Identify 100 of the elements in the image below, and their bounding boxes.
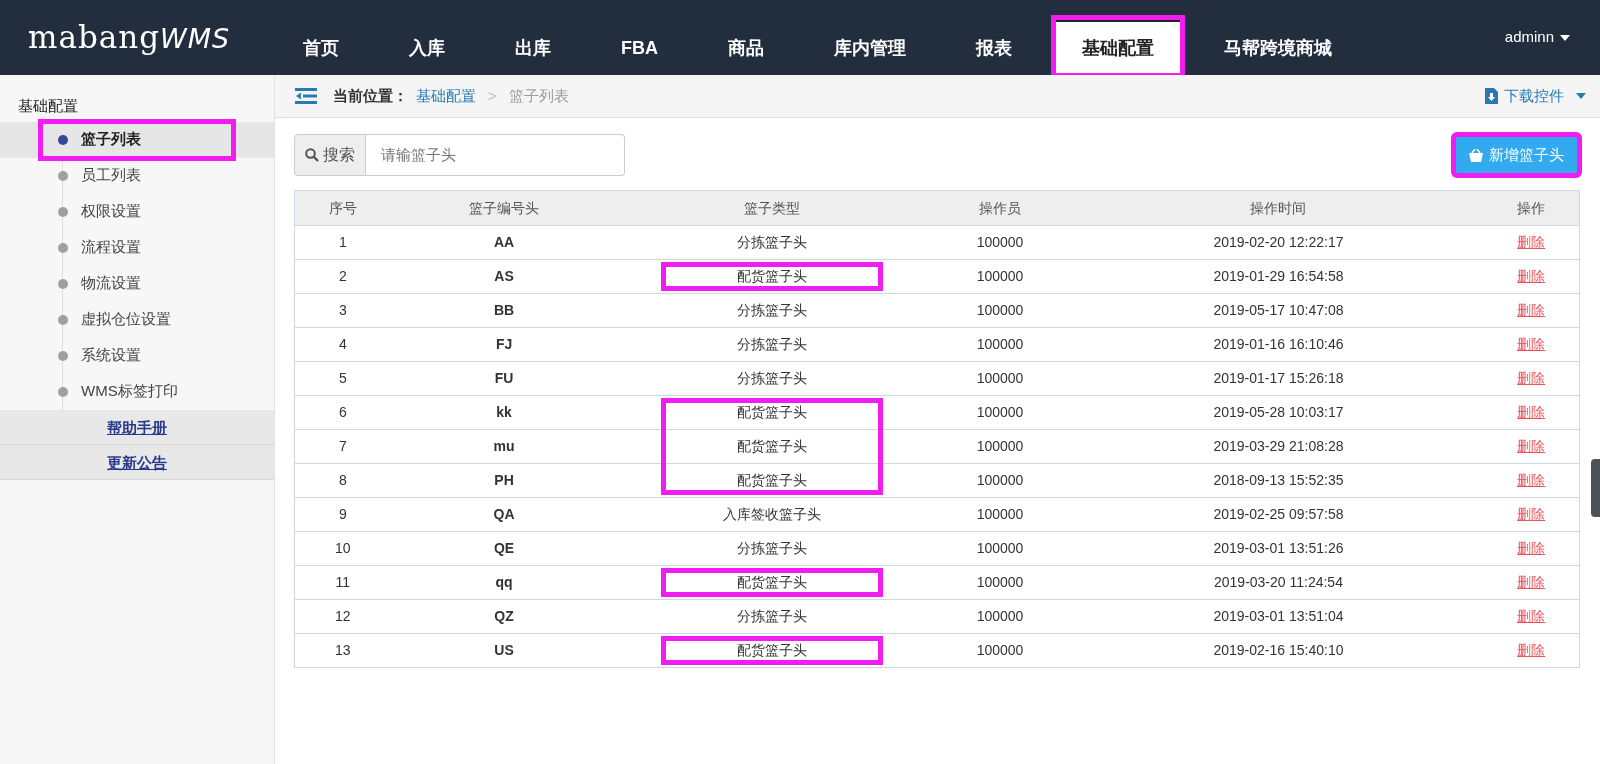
breadcrumb-separator: > — [488, 85, 497, 106]
delete-link[interactable]: 删除 — [1517, 268, 1546, 284]
sidebar-item[interactable]: 虚拟仓位设置 — [0, 301, 274, 338]
table-cell: 3 — [294, 293, 391, 328]
table-cell: US — [390, 633, 618, 668]
delete-link[interactable]: 删除 — [1517, 506, 1546, 522]
table-cell: 配货篮子头 — [736, 268, 807, 284]
delete-link[interactable]: 删除 — [1517, 642, 1546, 658]
breadcrumb-current: 篮子列表 — [508, 85, 569, 106]
download-dropdown[interactable]: 下载控件 — [1485, 84, 1586, 108]
table-cell: 100000 — [926, 259, 1074, 294]
table-cell: 7 — [294, 429, 391, 464]
table-cell: 100000 — [926, 225, 1074, 260]
table-cell: 4 — [294, 327, 391, 362]
bullet-icon — [58, 350, 68, 361]
table-cell: qq — [390, 565, 618, 600]
sidebar-item[interactable]: 流程设置 — [0, 229, 274, 266]
table-cell: FU — [390, 361, 618, 396]
nav-tab[interactable]: 出库 — [487, 18, 579, 75]
table-cell: 2019-02-16 15:40:10 — [1073, 633, 1484, 668]
user-menu[interactable]: adminn — [1504, 26, 1570, 49]
table-cell: 分拣篮子头 — [736, 540, 807, 556]
sidebar-item[interactable]: 篮子列表 — [0, 121, 274, 158]
table-cell: 配货篮子头 — [736, 404, 807, 420]
table-cell: 配货篮子头 — [736, 642, 807, 658]
table-cell: 100000 — [926, 361, 1074, 396]
search-field[interactable]: 请输篮子头 — [366, 134, 625, 176]
sidebar-link[interactable]: 帮助手册 — [0, 409, 274, 445]
table-cell: 2019-03-29 21:08:28 — [1073, 429, 1484, 464]
table-cell: 100000 — [926, 327, 1074, 362]
nav-tab[interactable]: 报表 — [948, 18, 1040, 75]
table-cell: AA — [390, 225, 618, 260]
table-cell: FJ — [390, 327, 618, 362]
nav-tab[interactable]: FBA — [593, 18, 686, 75]
nav-tab[interactable]: 入库 — [381, 18, 473, 75]
menu-toggle-icon[interactable] — [295, 88, 317, 104]
side-handle-icon[interactable] — [1591, 459, 1600, 517]
table-cell: 13 — [294, 633, 391, 668]
column-header: 篮子类型 — [617, 190, 927, 226]
column-header: 篮子编号头 — [390, 190, 618, 226]
table-cell: 100000 — [926, 531, 1074, 566]
table-cell: 2 — [294, 259, 391, 294]
delete-link[interactable]: 删除 — [1517, 472, 1546, 488]
delete-link[interactable]: 删除 — [1517, 438, 1546, 454]
table-cell: 100000 — [926, 497, 1074, 532]
logo: mabangWMS — [28, 18, 231, 58]
sidebar-item[interactable]: 系统设置 — [0, 337, 274, 374]
table-cell: 分拣篮子头 — [736, 608, 807, 624]
delete-link[interactable]: 删除 — [1517, 574, 1546, 590]
column-header: 操作 — [1483, 190, 1580, 226]
table-cell: PH — [390, 463, 618, 498]
table-cell: 100000 — [926, 463, 1074, 498]
table-cell: 100000 — [926, 395, 1074, 430]
table-cell: 100000 — [926, 565, 1074, 600]
table-cell: 10 — [294, 531, 391, 566]
table-cell: 2019-02-25 09:57:58 — [1073, 497, 1484, 532]
table-cell: 1 — [294, 225, 391, 260]
column-header: 操作员 — [926, 190, 1074, 226]
nav-tab[interactable]: 商品 — [700, 18, 792, 75]
table-cell: 配货篮子头 — [736, 438, 807, 454]
sidebar-item[interactable]: WMS标签打印 — [0, 373, 274, 410]
delete-link[interactable]: 删除 — [1517, 370, 1546, 386]
table-cell: 2018-09-13 15:52:35 — [1073, 463, 1484, 498]
delete-link[interactable]: 删除 — [1517, 234, 1546, 250]
table-cell: 8 — [294, 463, 391, 498]
table-cell: 分拣篮子头 — [736, 336, 807, 352]
column-header: 操作时间 — [1073, 190, 1484, 226]
delete-link[interactable]: 删除 — [1517, 336, 1546, 352]
table-cell: 分拣篮子头 — [736, 370, 807, 386]
bullet-icon — [58, 242, 68, 253]
breadcrumb-label: 当前位置： — [333, 85, 408, 106]
sidebar-item[interactable]: 物流设置 — [0, 265, 274, 302]
table-cell: 2019-01-17 15:26:18 — [1073, 361, 1484, 396]
sidebar-link[interactable]: 更新公告 — [0, 444, 274, 480]
delete-link[interactable]: 删除 — [1517, 302, 1546, 318]
table-cell: 11 — [294, 565, 391, 600]
bullet-icon — [58, 134, 68, 145]
bullet-icon — [58, 170, 68, 181]
table-cell: 2019-03-01 13:51:04 — [1073, 599, 1484, 634]
delete-link[interactable]: 删除 — [1517, 404, 1546, 420]
search-button[interactable]: 搜索 — [294, 134, 366, 176]
table-cell: 9 — [294, 497, 391, 532]
nav-tab[interactable]: 基础配置 — [1054, 18, 1182, 75]
nav-tab[interactable]: 首页 — [275, 18, 367, 75]
table-cell: 2019-01-16 16:10:46 — [1073, 327, 1484, 362]
table-cell: 100000 — [926, 429, 1074, 464]
table-cell: 5 — [294, 361, 391, 396]
table-cell: mu — [390, 429, 618, 464]
bullet-icon — [58, 206, 68, 217]
sidebar-item[interactable]: 权限设置 — [0, 193, 274, 230]
table-cell: 6 — [294, 395, 391, 430]
table-cell: BB — [390, 293, 618, 328]
table-cell: 2019-05-28 10:03:17 — [1073, 395, 1484, 430]
sidebar-item[interactable]: 员工列表 — [0, 157, 274, 194]
nav-tab[interactable]: 马帮跨境商城 — [1196, 18, 1360, 75]
delete-link[interactable]: 删除 — [1517, 540, 1546, 556]
nav-tab[interactable]: 库内管理 — [806, 18, 934, 75]
delete-link[interactable]: 删除 — [1517, 608, 1546, 624]
table-cell: 2019-03-20 11:24:54 — [1073, 565, 1484, 600]
breadcrumb-link[interactable]: 基础配置 — [416, 84, 476, 108]
